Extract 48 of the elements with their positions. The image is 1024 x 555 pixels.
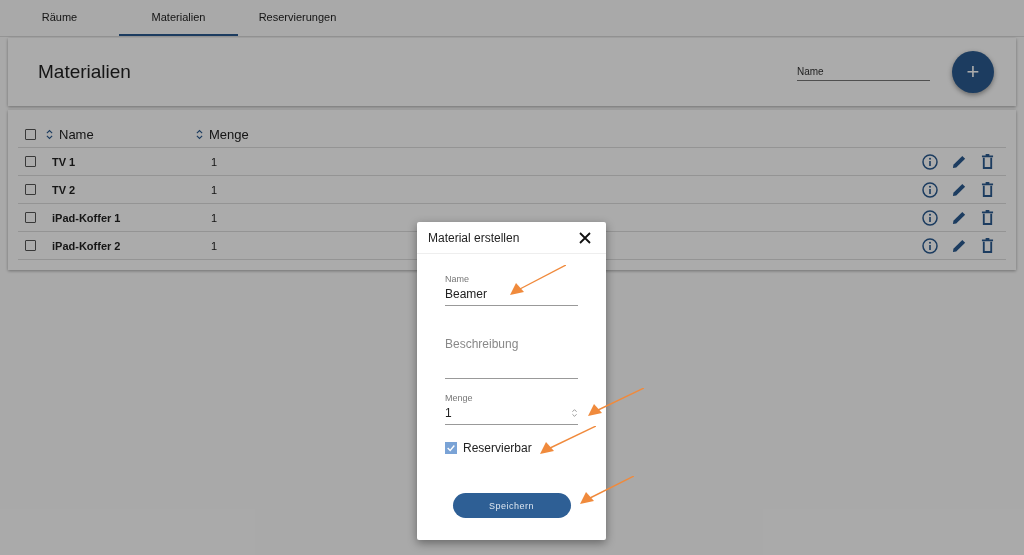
- sort-icon[interactable]: [46, 129, 53, 140]
- trash-icon[interactable]: [981, 238, 994, 253]
- pencil-icon[interactable]: [952, 182, 967, 197]
- trash-icon[interactable]: [981, 154, 994, 169]
- info-icon[interactable]: [922, 237, 938, 254]
- table-cell-text: iPad-Koffer 2: [51, 239, 122, 252]
- field-label: Menge: [445, 393, 474, 403]
- tab[interactable]: Räume: [0, 0, 119, 36]
- search-field[interactable]: Name: [797, 63, 930, 81]
- annotation-arrow: [588, 388, 644, 416]
- pencil-icon[interactable]: [952, 210, 967, 225]
- checkbox[interactable]: [25, 240, 36, 251]
- checkbox-label: Reservierbar: [463, 441, 532, 455]
- checkbox[interactable]: [25, 129, 36, 140]
- sort-icon[interactable]: [196, 129, 203, 140]
- info-icon[interactable]: [922, 209, 938, 226]
- table-cell: 1: [211, 183, 218, 196]
- table-cell-text: iPad-Koffer 1: [51, 211, 122, 224]
- annotation-arrow: [510, 265, 566, 295]
- close-icon[interactable]: [579, 231, 591, 244]
- pencil-icon[interactable]: [952, 238, 967, 253]
- column-header[interactable]: Menge: [209, 127, 249, 142]
- input-field[interactable]: 1: [445, 403, 578, 425]
- dialog-title: Material erstellen: [428, 230, 520, 245]
- trash-icon[interactable]: [981, 210, 994, 225]
- column-header[interactable]: Name: [59, 127, 94, 142]
- checkbox[interactable]: [25, 212, 36, 223]
- tab[interactable]: Reservierungen: [238, 0, 357, 36]
- table-cell-text: TV 2: [51, 183, 77, 196]
- checkbox[interactable]: [445, 442, 457, 454]
- description-field[interactable]: Beschreibung: [445, 334, 578, 379]
- table-cell-text: TV 1: [51, 155, 77, 168]
- field-label: Name: [445, 274, 470, 284]
- save-button[interactable]: Speichern: [452, 493, 571, 518]
- page-title: Materialien: [38, 61, 132, 83]
- table-cell: 1: [211, 155, 218, 168]
- add-button[interactable]: +: [952, 51, 994, 93]
- checkbox[interactable]: [25, 156, 36, 167]
- pencil-icon[interactable]: [952, 154, 967, 169]
- info-icon[interactable]: [922, 153, 938, 170]
- annotation-arrow: [540, 426, 596, 454]
- tab[interactable]: Materialien: [119, 0, 238, 36]
- annotation-arrow: [580, 476, 634, 504]
- table-cell: 1: [211, 211, 218, 224]
- trash-icon[interactable]: [981, 182, 994, 197]
- table-cell: 1: [211, 239, 218, 252]
- info-icon[interactable]: [922, 181, 938, 198]
- checkbox[interactable]: [25, 184, 36, 195]
